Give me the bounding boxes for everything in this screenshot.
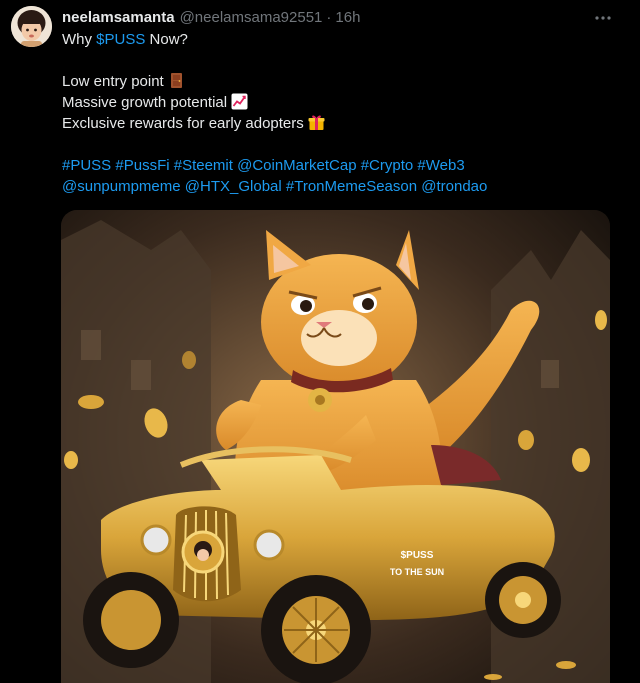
hashtag-link[interactable]: #Web3 — [417, 157, 464, 174]
gift-emoji-icon — [308, 115, 325, 130]
tweet: neelamsamanta @neelamsama92551 · 16h Why… — [0, 0, 640, 683]
point-growth: Massive growth potential — [62, 92, 610, 113]
more-horizontal-icon — [595, 16, 611, 20]
tweet-line-1: Why $PUSS Now? — [62, 29, 610, 50]
mention-link[interactable]: @sunpumpmeme — [62, 178, 181, 195]
cashtag-link[interactable]: $PUSS — [96, 31, 145, 48]
hashtag-link[interactable]: #Crypto — [361, 157, 414, 174]
tweet-text: Why $PUSS Now? Low entry point Massive g… — [62, 29, 610, 197]
hashtag-link[interactable]: #Steemit — [174, 157, 233, 174]
display-name[interactable]: neelamsamanta — [62, 9, 175, 26]
tweet-image[interactable]: $PUSS TO THE SUN — [61, 210, 610, 683]
point-rewards-text: Exclusive rewards for early adopters — [62, 115, 304, 132]
separator-dot: · — [326, 8, 332, 26]
hashtags-line-1: #PUSS #PussFi #Steemit @CoinMarketCap #C… — [62, 155, 610, 176]
point-entry: Low entry point — [62, 71, 610, 92]
more-options-button[interactable] — [588, 8, 618, 28]
text-segment: Now? — [145, 31, 188, 48]
tweet-header: neelamsamanta @neelamsama92551 · 16h — [62, 6, 580, 28]
mention-link[interactable]: @HTX_Global — [185, 178, 282, 195]
avatar[interactable] — [11, 6, 52, 47]
hashtag-link[interactable]: #PussFi — [115, 157, 169, 174]
hashtag-link[interactable]: #TronMemeSeason — [286, 178, 417, 195]
text-segment: Why — [62, 31, 97, 48]
mention-link[interactable]: @CoinMarketCap — [237, 157, 356, 174]
point-growth-text: Massive growth potential — [62, 94, 228, 111]
door-emoji-icon — [170, 73, 182, 88]
hashtags-line-2: @sunpumpmeme @HTX_Global #TronMemeSeason… — [62, 176, 610, 197]
timestamp[interactable]: 16h — [335, 9, 360, 26]
mention-link[interactable]: @trondao — [421, 178, 487, 195]
car-text-line-1: $PUSS — [401, 550, 434, 561]
hashtag-link[interactable]: #PUSS — [62, 157, 111, 174]
point-entry-text: Low entry point — [62, 73, 164, 90]
chart-increasing-emoji-icon — [231, 93, 248, 110]
car-text-line-2: TO THE SUN — [390, 567, 444, 577]
user-handle[interactable]: @neelamsama92551 — [180, 9, 323, 26]
point-rewards: Exclusive rewards for early adopters — [62, 113, 610, 134]
